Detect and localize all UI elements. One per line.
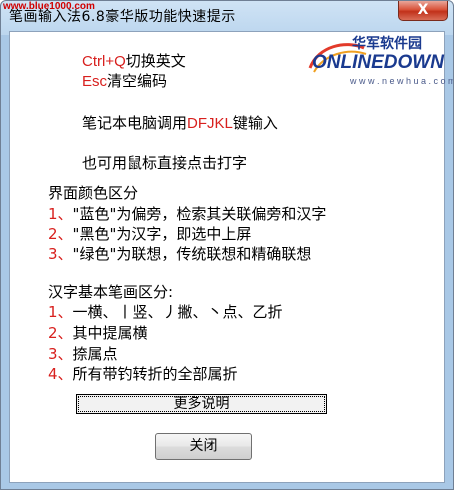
item-text: "黑色"为汉字，即选中上屏	[72, 225, 252, 243]
tip-text: 键输入	[232, 114, 278, 132]
item-number: 1、	[48, 303, 73, 321]
tip-key: Ctrl+Q	[82, 53, 126, 70]
item-text: 一横、丨竖、丿撇、丶点、乙折	[72, 303, 283, 321]
close-icon: X	[417, 2, 429, 18]
colors-item-3: 3、"绿色"为联想，传统联想和精确联想	[48, 243, 311, 264]
item-text: 其中提属横	[72, 324, 148, 342]
item-number: 3、	[48, 245, 73, 263]
colors-heading: 界面颜色区分	[48, 184, 139, 202]
tip-key: Esc	[82, 73, 108, 90]
logo-brand-cn: 华军软件园	[352, 36, 422, 52]
item-text: 所有带钓转折的全部属折	[72, 365, 238, 383]
item-number: 1、	[48, 205, 73, 223]
tip-text: 清空编码	[107, 72, 168, 90]
title-close-button[interactable]: X	[398, 1, 448, 21]
logo-url: w w w . n e w h u a . c o m	[350, 76, 454, 86]
item-text: 捺属点	[72, 345, 118, 363]
tip-line-4: 也可用鼠标直接点击打字	[82, 154, 248, 172]
watermark: www.blue1000.com	[3, 1, 95, 12]
colors-item-1: 1、"蓝色"为偏旁，检索其关联偏旁和汉字	[48, 203, 326, 224]
strokes-item-3: 3、捺属点	[48, 343, 118, 364]
item-text: "蓝色"为偏旁，检索其关联偏旁和汉字	[72, 205, 327, 223]
item-number: 4、	[48, 365, 73, 383]
tip-line-2: Esc清空编码	[82, 70, 167, 91]
item-number: 3、	[48, 345, 73, 363]
tip-text: 笔记本电脑调用	[82, 114, 188, 132]
strokes-item-1: 1、一横、丨竖、丿撇、丶点、乙折	[48, 301, 283, 322]
title-bar[interactable]: 笔画输入法6.8豪华版功能快速提示 www.blue1000.com X	[1, 1, 453, 31]
strokes-item-2: 2、其中提属横	[48, 322, 148, 343]
tip-text: 切换英文	[125, 52, 186, 70]
tip-line-3: 笔记本电脑调用DFJKL键输入	[82, 112, 278, 133]
strokes-heading: 汉字基本笔画区分:	[48, 283, 174, 301]
dialog-window: 笔画输入法6.8豪华版功能快速提示 www.blue1000.com X 华军软…	[0, 0, 454, 490]
item-number: 2、	[48, 324, 73, 342]
item-text: "绿色"为联想，传统联想和精确联想	[72, 245, 312, 263]
more-info-button[interactable]: 更多说明	[76, 394, 327, 414]
strokes-item-4: 4、所有带钓转折的全部属折	[48, 363, 238, 384]
tip-key: DFJKL	[187, 115, 233, 132]
content-panel: 华军软件园 ONLINEDOWN w w w . n e w h u a . c…	[9, 31, 453, 483]
item-number: 2、	[48, 225, 73, 243]
colors-item-2: 2、"黑色"为汉字，即选中上屏	[48, 223, 251, 244]
close-button[interactable]: 关闭	[155, 433, 252, 460]
tip-line-1: Ctrl+Q切换英文	[82, 50, 186, 71]
logo-brand-en: ONLINEDOWN	[312, 52, 444, 73]
onlinedown-logo: 华军软件园 ONLINEDOWN w w w . n e w h u a . c…	[308, 32, 453, 94]
